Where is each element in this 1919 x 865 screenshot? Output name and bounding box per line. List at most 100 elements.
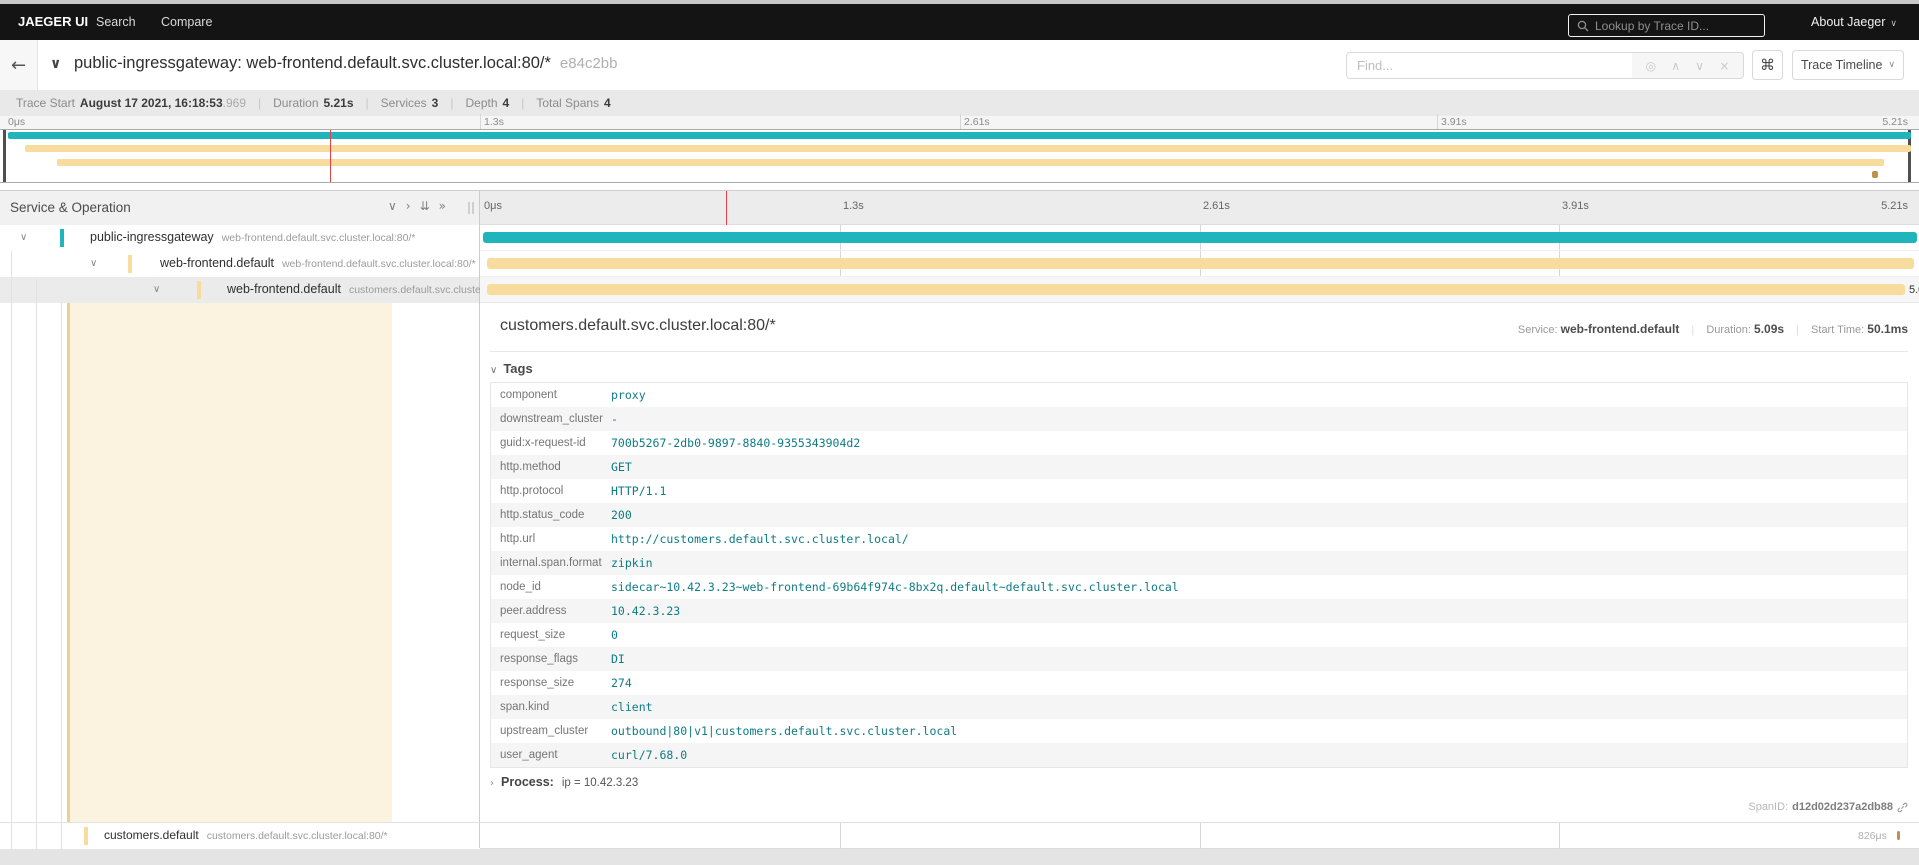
keyboard-shortcuts-button[interactable]: ⌘ (1752, 50, 1783, 80)
tag-row: user_agent curl/7.68.0 (491, 743, 1907, 767)
minimap-left-drag-handle[interactable] (3, 130, 6, 182)
span-track[interactable]: 826μs (480, 823, 1919, 849)
span-track[interactable]: 5.09s (480, 277, 1919, 303)
find-input[interactable] (1346, 52, 1633, 79)
span-row[interactable]: ∨ web-frontend.default web-frontend.defa… (0, 251, 1919, 277)
tags-accordion-toggle[interactable]: ∨ Tags (490, 361, 533, 376)
timeline-gridline (840, 823, 841, 849)
trace-lookup-input[interactable] (1595, 18, 1735, 33)
tag-row: span.kind client (491, 695, 1907, 719)
process-accordion-toggle[interactable]: › Process: ip = 10.42.3.23 (490, 775, 638, 789)
focus-match-icon[interactable]: ◎ (1646, 59, 1656, 73)
tag-value: GET (611, 460, 632, 474)
ruler-tick: 0μs (484, 200, 502, 212)
tag-row: node_id sidecar~10.42.3.23~web-frontend-6… (491, 575, 1907, 599)
tag-key: internal.span.format (500, 557, 602, 569)
tag-row: http.status_code 200 (491, 503, 1907, 527)
span-bar[interactable] (483, 232, 1917, 243)
span-duration-label: 5.09s (1909, 284, 1919, 296)
service-label: Service: (1517, 324, 1558, 336)
clear-find-icon[interactable]: × (1719, 59, 1729, 73)
tag-value: zipkin (611, 556, 653, 570)
span-detail-panel: customers.default.svc.cluster.local:80/*… (480, 303, 1919, 822)
timeline-minimap[interactable] (0, 129, 1919, 183)
service-value: web-frontend.default (1560, 322, 1680, 336)
chevron-down-icon[interactable]: ∨ (20, 232, 27, 243)
duration-value: 5.21s (323, 96, 354, 110)
nav-item-compare[interactable]: Compare (161, 15, 212, 29)
span-operation: customers.default.svc.cluster.local:80/* (206, 830, 388, 842)
jaeger-trace-page: JAEGER UI Search Compare About Jaeger∨ ←… (0, 0, 1919, 865)
tag-value: http://customers.default.svc.cluster.loc… (611, 532, 909, 546)
minimap-span-bar (25, 145, 1911, 152)
span-detail-left-column (0, 303, 479, 822)
expand-one-icon[interactable]: › (406, 199, 411, 213)
span-duration-label: 826μs (1858, 830, 1887, 842)
span-operation: web-frontend.default.svc.cluster.local:8… (281, 258, 476, 270)
tag-row: guid:x-request-id 700b5267-2db0-9897-8840… (491, 431, 1907, 455)
span-name-cell[interactable]: ∨ web-frontend.default customers.default… (0, 277, 530, 303)
tag-value: - (611, 412, 618, 426)
span-row[interactable]: ∨ public-ingressgateway web-frontend.def… (0, 225, 1919, 251)
tag-key: user_agent (500, 749, 558, 761)
span-name-cell[interactable]: ∨ web-frontend.default web-frontend.defa… (0, 251, 479, 277)
timeline-gridline (1200, 823, 1201, 849)
tag-value: 274 (611, 676, 632, 690)
tree-guide-line (11, 277, 12, 303)
span-name-cell[interactable]: ∨ public-ingressgateway web-frontend.def… (0, 225, 479, 251)
tag-row: http.protocol HTTP/1.1 (491, 479, 1907, 503)
span-id-label: SpanID: (1748, 801, 1789, 813)
span-bar[interactable] (487, 258, 1914, 269)
tree-guide-line (11, 303, 12, 822)
span-bar[interactable] (1897, 831, 1900, 840)
ruler-tick: 2.61s (1203, 200, 1230, 212)
minimap-span-bar (57, 159, 1884, 166)
tag-key: http.status_code (500, 509, 585, 521)
tag-row: http.url http://customers.default.svc.clu… (491, 527, 1907, 551)
tag-row: response_size 274 (491, 671, 1907, 695)
span-bar[interactable] (487, 284, 1905, 295)
trace-title-chevron-icon[interactable]: ∨ (50, 56, 61, 72)
span-track[interactable] (480, 251, 1919, 277)
span-color-stripe (60, 229, 64, 247)
span-id-row: SpanID: d12d02d237a2db88 (1748, 801, 1908, 813)
tag-key: peer.address (500, 605, 567, 617)
view-mode-dropdown[interactable]: Trace Timeline ∨ (1792, 50, 1904, 80)
collapse-all-icon[interactable]: ⇊ (420, 199, 430, 213)
nav-item-search[interactable]: Search (96, 15, 136, 29)
span-row-selected[interactable]: ∨ web-frontend.default customers.default… (0, 277, 1919, 303)
tag-row: internal.span.format zipkin (491, 551, 1907, 575)
back-button[interactable]: ← (0, 40, 38, 90)
span-track[interactable] (480, 225, 1919, 251)
trace-id-short: e84c2bb (559, 55, 618, 72)
app-logo[interactable]: JAEGER UI (18, 14, 88, 29)
minimap-tick: 2.61s (964, 116, 990, 128)
trace-start-fraction: .969 (222, 96, 247, 110)
page-footer-strip (0, 849, 1919, 865)
tree-guide-line (36, 303, 37, 822)
tag-key: upstream_cluster (500, 725, 589, 737)
ruler-time-cursor (726, 191, 727, 225)
span-operation: web-frontend.default.svc.cluster.local:8… (221, 232, 416, 244)
collapse-one-icon[interactable]: ∨ (388, 199, 397, 213)
tag-row: peer.address 10.42.3.23 (491, 599, 1907, 623)
depth-value: 4 (502, 96, 510, 110)
chevron-down-icon[interactable]: ∨ (153, 284, 160, 295)
detail-divider (490, 351, 1908, 352)
prev-match-icon[interactable]: ∧ (1671, 59, 1680, 73)
tags-table: component proxy downstream_cluster - guid:… (490, 382, 1908, 768)
chevron-down-icon[interactable]: ∨ (90, 258, 97, 269)
trace-start-value: August 17 2021, 16:18:53 (79, 96, 223, 110)
span-id-value: d12d02d237a2db88 (1792, 801, 1893, 813)
span-color-stripe (84, 827, 88, 845)
nav-item-about-jaeger[interactable]: About Jaeger ∨ (1811, 15, 1897, 29)
duration-label: Duration (273, 96, 319, 110)
tag-value: client (611, 700, 653, 714)
next-match-icon[interactable]: ∨ (1695, 59, 1704, 73)
expand-all-icon[interactable]: » (439, 199, 446, 213)
trace-title: public-ingressgateway: web-frontend.defa… (74, 54, 618, 72)
copy-link-icon[interactable] (1897, 802, 1908, 813)
span-name-cell[interactable]: customers.default customers.default.svc.… (0, 823, 479, 849)
column-resizer-grip[interactable] (468, 202, 474, 214)
span-row[interactable]: customers.default customers.default.svc.… (0, 822, 1919, 849)
